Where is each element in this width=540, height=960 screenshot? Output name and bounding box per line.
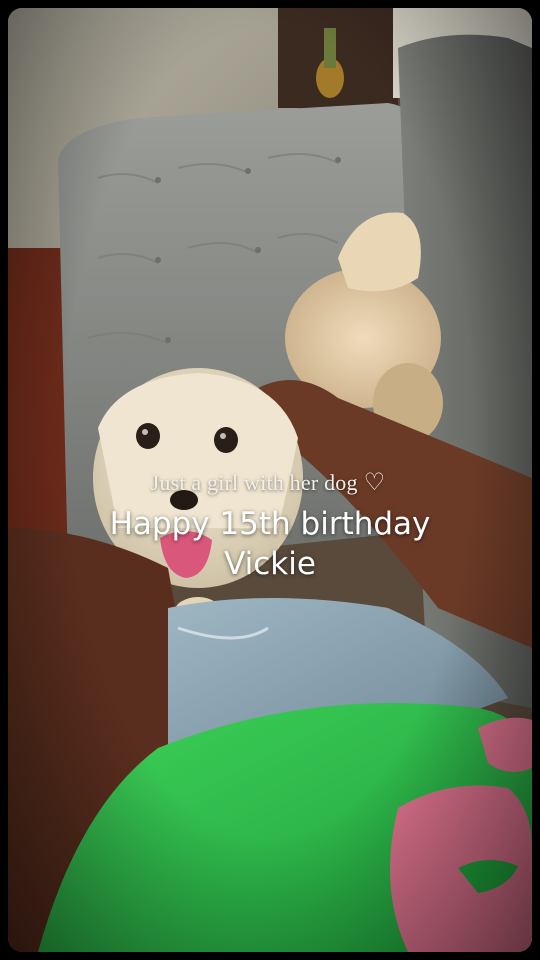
caption-title: Happy 15th birthday Vickie [8,504,532,584]
heart-icon: ♡ [363,470,386,496]
caption-subtitle: Just a girl with her dog ♡ [151,470,386,496]
caption-title-line1: Happy 15th birthday [109,506,431,542]
photo-frame: Just a girl with her dog ♡ Happy 15th bi… [8,8,532,952]
caption-subtitle-text: Just a girl with her dog [150,470,358,495]
caption-title-line2: Vickie [224,546,316,582]
caption-overlay: Just a girl with her dog ♡ Happy 15th bi… [8,470,532,584]
